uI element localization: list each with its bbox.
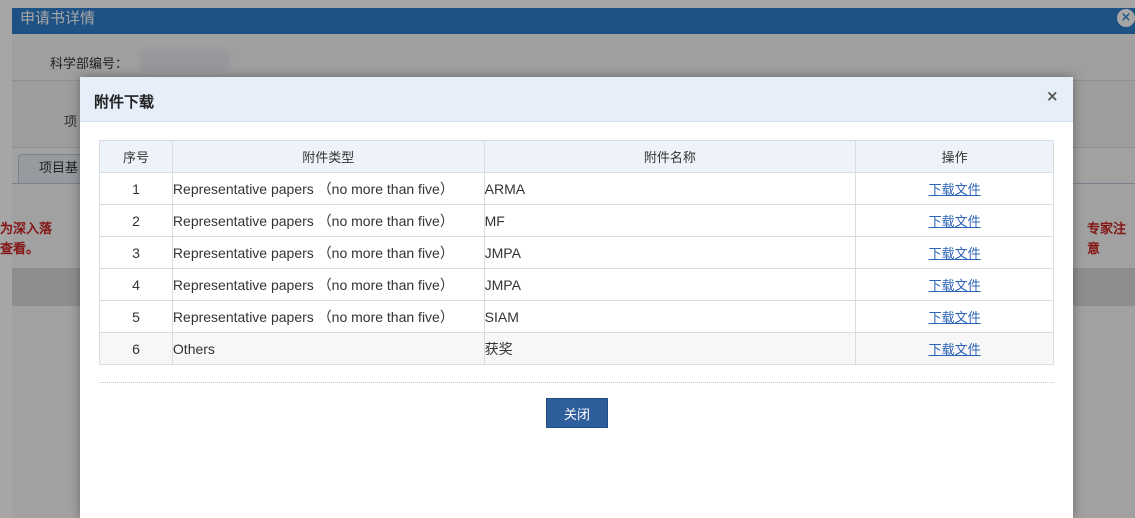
table-row: 5 Representative papers （no more than fi… xyxy=(99,300,1054,333)
row-name: SIAM xyxy=(483,300,857,333)
column-header-type: 附件类型 xyxy=(171,140,485,173)
row-type: Representative papers （no more than five… xyxy=(171,236,485,269)
row-index: 2 xyxy=(99,204,173,237)
row-action-cell: 下载文件 xyxy=(855,332,1054,365)
download-file-link[interactable]: 下载文件 xyxy=(929,343,981,358)
row-name: JMPA xyxy=(483,236,857,269)
row-action-cell: 下载文件 xyxy=(855,236,1054,269)
table-row: 1 Representative papers （no more than fi… xyxy=(99,172,1054,205)
row-type: Representative papers （no more than five… xyxy=(171,300,485,333)
row-type: Representative papers （no more than five… xyxy=(171,268,485,301)
row-type: Representative papers （no more than five… xyxy=(171,204,485,237)
row-name: ARMA xyxy=(483,172,857,205)
row-index: 6 xyxy=(99,332,173,365)
row-name: 获奖 xyxy=(483,332,857,365)
attachment-download-dialog: 附件下载 × 序号 附件类型 附件名称 操作 1 Representative … xyxy=(80,77,1073,518)
dialog-title: 附件下载 xyxy=(94,93,155,111)
column-header-action: 操作 xyxy=(855,140,1054,173)
row-action-cell: 下载文件 xyxy=(855,204,1054,237)
table-header-row: 序号 附件类型 附件名称 操作 xyxy=(99,140,1054,173)
table-row: 3 Representative papers （no more than fi… xyxy=(99,236,1054,269)
row-index: 3 xyxy=(99,236,173,269)
download-file-link[interactable]: 下载文件 xyxy=(929,311,981,326)
download-file-link[interactable]: 下载文件 xyxy=(929,279,981,294)
column-header-index: 序号 xyxy=(99,140,173,173)
table-row: 4 Representative papers （no more than fi… xyxy=(99,268,1054,301)
download-file-link[interactable]: 下载文件 xyxy=(929,247,981,262)
row-type: Representative papers （no more than five… xyxy=(171,172,485,205)
download-file-link[interactable]: 下载文件 xyxy=(929,183,981,198)
row-action-cell: 下载文件 xyxy=(855,300,1054,333)
row-name: MF xyxy=(483,204,857,237)
row-name: JMPA xyxy=(483,268,857,301)
table-row: 6 Others 获奖 下载文件 xyxy=(99,332,1054,365)
row-type: Others xyxy=(171,332,485,365)
row-index: 4 xyxy=(99,268,173,301)
row-index: 1 xyxy=(99,172,173,205)
download-file-link[interactable]: 下载文件 xyxy=(929,215,981,230)
dialog-divider xyxy=(99,382,1054,383)
row-index: 5 xyxy=(99,300,173,333)
column-header-name: 附件名称 xyxy=(483,140,857,173)
row-action-cell: 下载文件 xyxy=(855,172,1054,205)
table-row: 2 Representative papers （no more than fi… xyxy=(99,204,1054,237)
attachments-table: 序号 附件类型 附件名称 操作 1 Representative papers … xyxy=(99,140,1054,365)
row-action-cell: 下载文件 xyxy=(855,268,1054,301)
close-icon[interactable]: × xyxy=(1046,87,1059,105)
close-button[interactable]: 关闭 xyxy=(546,398,608,428)
dialog-header: 附件下载 × xyxy=(80,77,1073,122)
